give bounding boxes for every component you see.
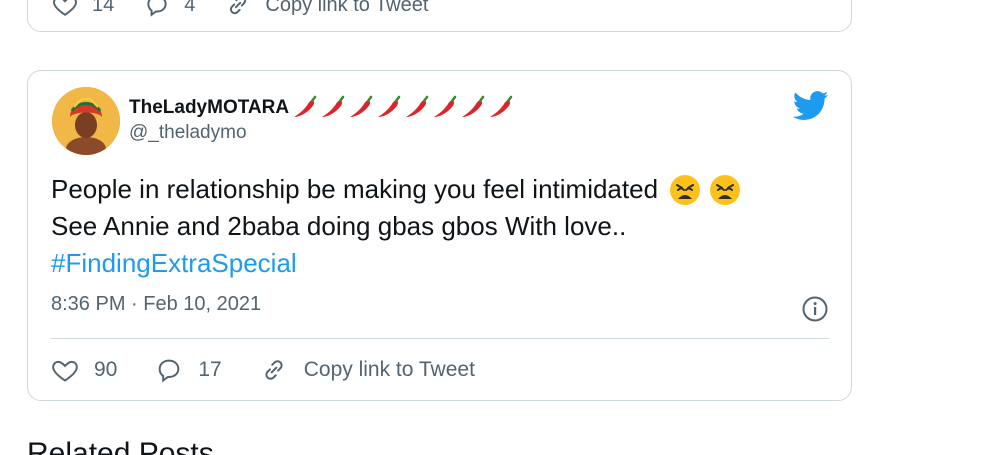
hot-pepper-icon [490, 95, 513, 117]
previous-like-count: 14 [92, 0, 115, 16]
tweet-text: People in relationship be making you fee… [51, 171, 841, 282]
link-icon [265, 360, 283, 380]
info-icon[interactable] [801, 295, 829, 323]
reply-icon [147, 0, 167, 17]
weary-face-emoji-icon [710, 174, 741, 205]
previous-reply-action[interactable]: 4 [144, 0, 195, 18]
heart-icon [52, 360, 78, 382]
heart-icon [53, 0, 77, 16]
weary-face-emoji-icon [670, 174, 701, 205]
like-count: 90 [94, 358, 118, 381]
copy-link-action[interactable]: Copy link to Tweet [260, 356, 475, 384]
tweet-text-line-1-text: People in relationship be making you fee… [51, 174, 659, 204]
divider [51, 338, 829, 339]
reply-action[interactable]: 17 [155, 356, 222, 384]
author-name-text: TheLadyMOTARA [129, 97, 290, 118]
tweet-timestamp[interactable]: 8:36 PM · Feb 10, 2021 [51, 293, 261, 316]
previous-like-action[interactable]: 14 [52, 0, 114, 18]
previous-copy-link-action[interactable]: Copy link to Tweet [225, 0, 428, 18]
hot-pepper-icon [378, 95, 401, 117]
previous-copy-link-label: Copy link to Tweet [265, 0, 429, 16]
hot-pepper-icon [350, 95, 373, 117]
previous-tweet-card: 14 4 Copy link to Tweet [27, 0, 852, 32]
like-action[interactable]: 90 [51, 356, 117, 384]
name-emoji-group [291, 95, 515, 121]
hot-pepper-icon [434, 95, 457, 117]
hot-pepper-icon [462, 95, 485, 117]
hot-pepper-icon [322, 95, 345, 117]
tweet-text-line-2: See Annie and 2baba doing gbas gbos With… [51, 211, 627, 241]
reply-count: 17 [198, 358, 222, 381]
tweet-text-line-1: People in relationship be making you fee… [51, 171, 841, 208]
link-icon [230, 0, 247, 15]
twitter-bird-icon[interactable] [793, 91, 829, 121]
author-handle[interactable]: @_theladymo [129, 122, 515, 144]
hot-pepper-icon [294, 95, 317, 117]
hashtag-link[interactable]: #FindingExtraSpecial [51, 245, 297, 282]
tweet-actions: 90 17 Copy link to Tweet [51, 355, 513, 385]
hot-pepper-icon [406, 95, 429, 117]
author-display-name[interactable]: TheLadyMOTARA [129, 95, 515, 121]
tweet-hashtag-line: #FindingExtraSpecial [51, 245, 841, 282]
previous-tweet-actions: 14 4 Copy link to Tweet [52, 0, 458, 17]
avatar[interactable] [52, 87, 120, 155]
tweet-card[interactable]: TheLadyMOTARA @_theladymo People in rela… [27, 70, 852, 401]
related-posts-heading: Related Posts [27, 437, 214, 455]
copy-link-label: Copy link to Tweet [303, 358, 475, 381]
tweet-author[interactable]: TheLadyMOTARA @_theladymo [129, 95, 515, 144]
previous-reply-count: 4 [184, 0, 196, 16]
reply-icon [159, 359, 180, 383]
